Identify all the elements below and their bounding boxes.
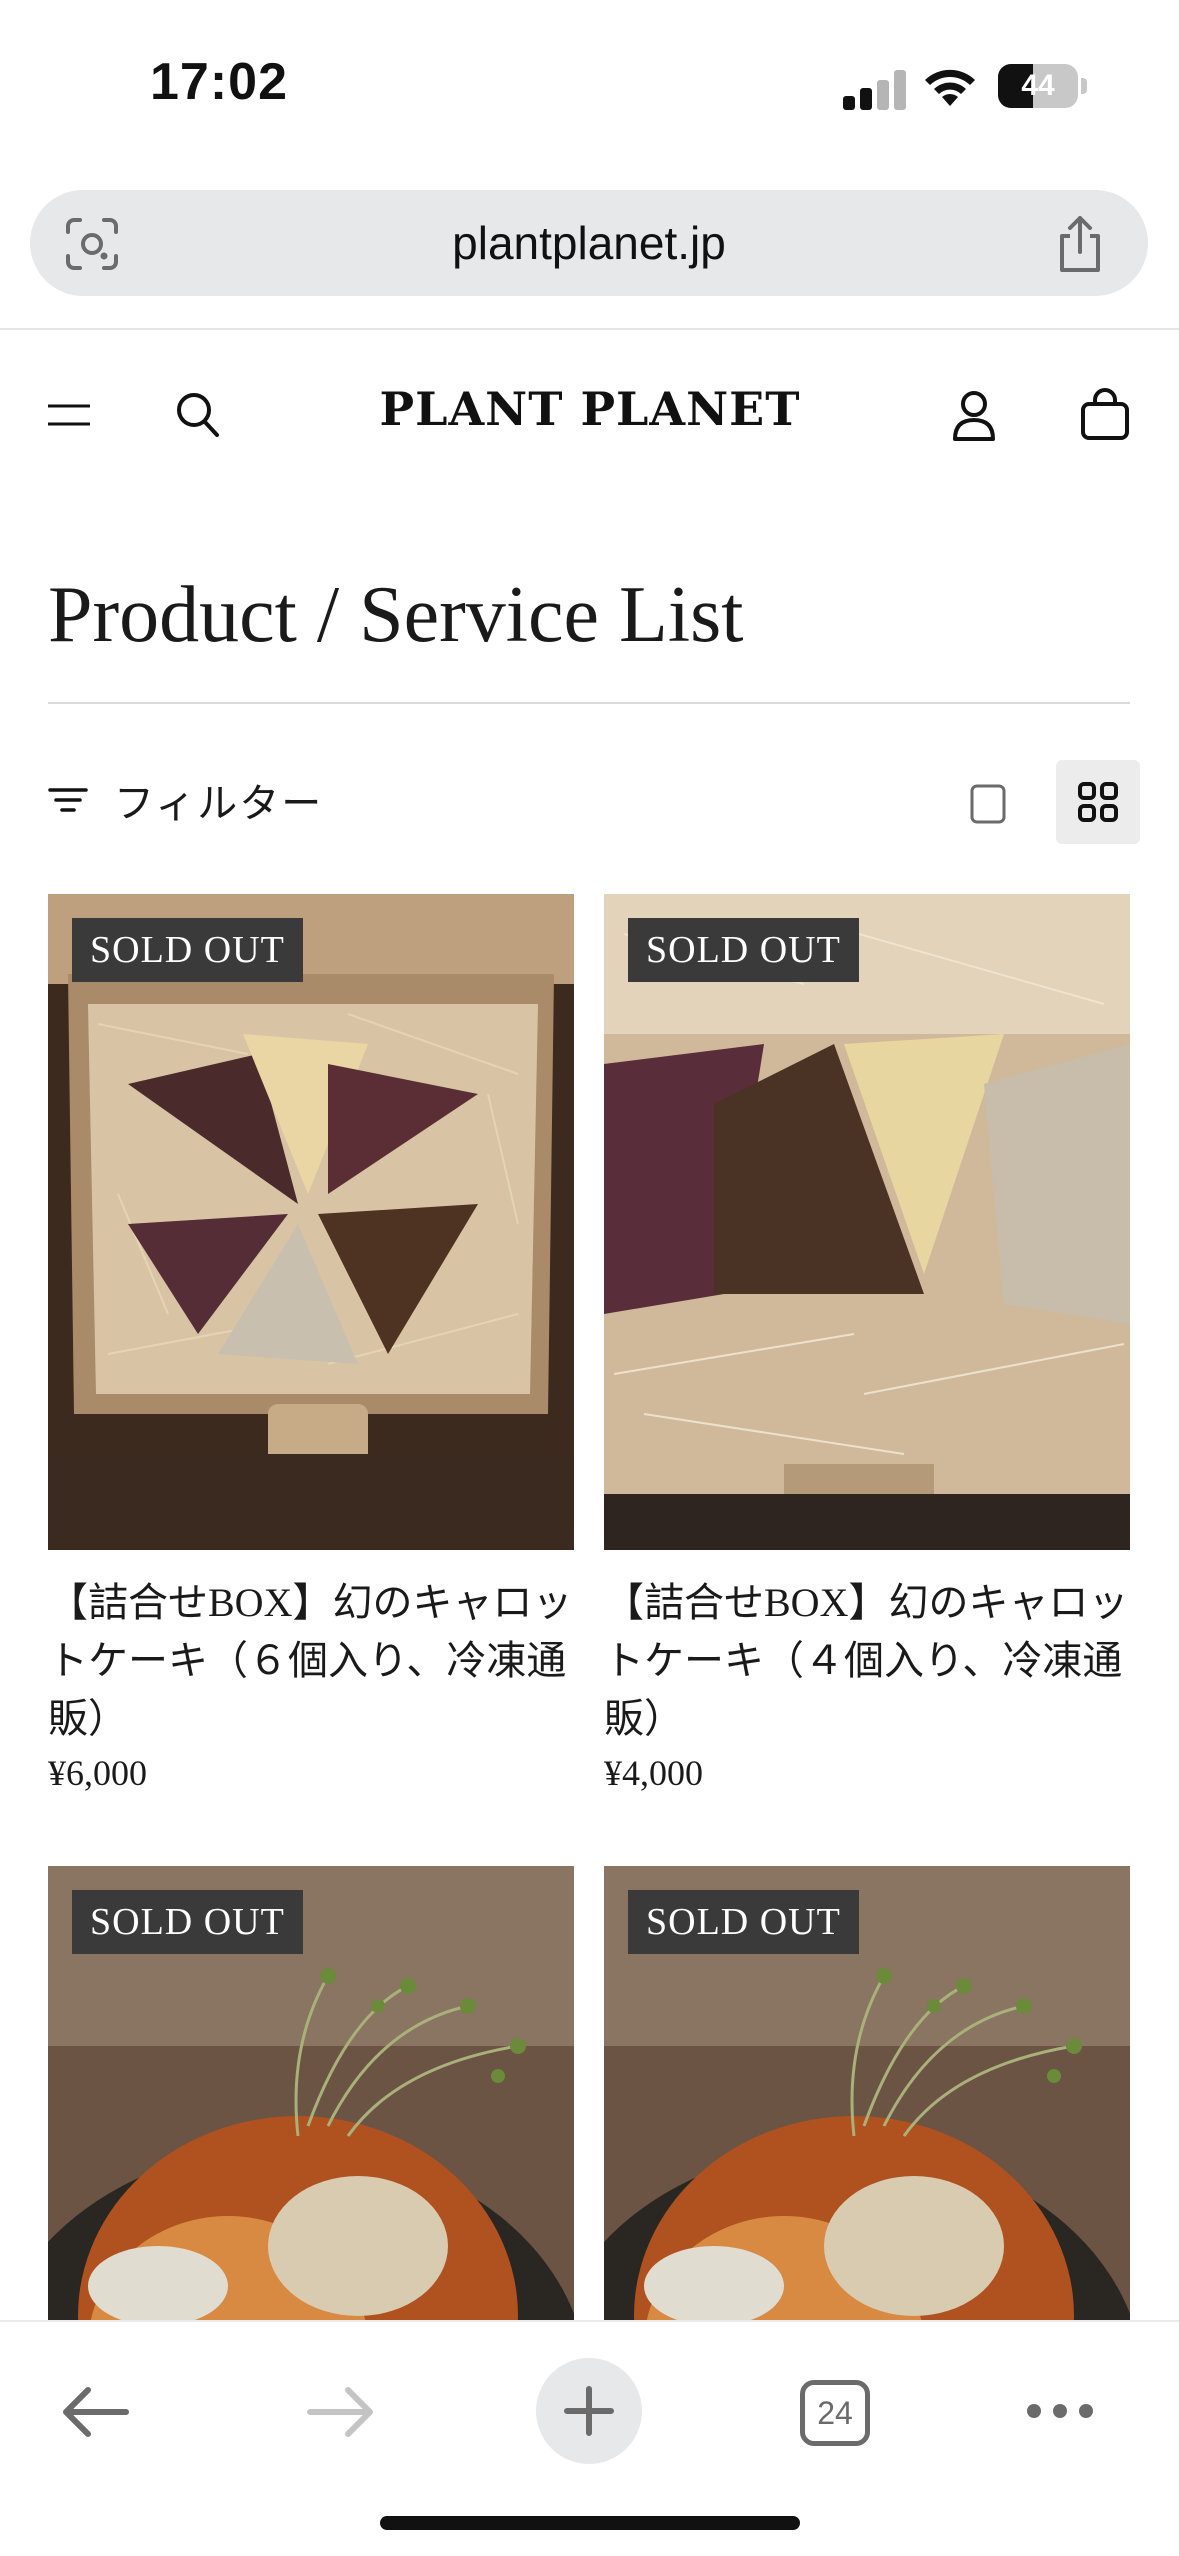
sold-out-badge: SOLD OUT [628,1890,859,1954]
plus-icon [564,2386,614,2436]
account-icon[interactable] [952,390,996,442]
menu-icon[interactable] [48,400,90,430]
product-price: ¥4,000 [604,1753,703,1793]
wifi-icon [925,69,975,106]
sold-out-badge: SOLD OUT [72,918,303,982]
single-column-view-icon[interactable] [966,782,1010,826]
status-time: 17:02 [150,53,288,111]
url-text[interactable]: plantplanet.jp [30,190,1148,296]
sold-out-badge: SOLD OUT [72,1890,303,1954]
product-image[interactable]: SOLD OUT [604,894,1130,1550]
more-icon[interactable] [1024,2396,1096,2426]
home-indicator[interactable] [380,2516,800,2530]
site-header: PLANT PLANET [0,330,1179,510]
product-card[interactable]: SOLD OUT 【詰合せBOX】幻のキャロットケーキ（４個入り、冷凍通販） ¥… [604,894,1130,1798]
filter-label: フィルター [114,782,324,826]
cart-icon[interactable] [1080,388,1130,440]
address-bar[interactable]: plantplanet.jp [30,190,1148,296]
title-divider [48,702,1130,704]
filter-button[interactable]: フィルター [48,770,323,830]
forward-arrow-icon[interactable] [306,2384,376,2440]
product-price: ¥6,000 [48,1753,147,1793]
site-logo[interactable]: PLANT PLANET [340,382,840,436]
share-icon[interactable] [1052,214,1108,274]
page-title: Product / Service List [48,571,744,659]
tab-count: 24 [817,2395,853,2431]
battery-icon: 44 [998,64,1088,108]
battery-level: 44 [1021,69,1055,102]
product-image[interactable]: SOLD OUT [48,894,574,1550]
carrot-cake-box-image [48,894,574,1550]
sold-out-badge: SOLD OUT [628,918,859,982]
back-arrow-icon[interactable] [60,2384,130,2440]
new-tab-button[interactable] [536,2358,642,2464]
product-card[interactable]: SOLD OUT 【詰合せBOX】幻のキャロットケーキ（６個入り、冷凍通販） ¥… [48,894,574,1798]
carrot-cake-box-image [604,894,1130,1550]
status-bar: 17:02 44 [0,0,1179,170]
cellular-signal-icon [843,70,906,110]
grid-view-icon [1078,782,1118,822]
search-icon[interactable] [174,390,220,438]
lens-icon[interactable] [64,216,120,272]
product-name[interactable]: 【詰合せBOX】幻のキャロットケーキ（４個入り、冷凍通販） [604,1574,1130,1748]
product-name[interactable]: 【詰合せBOX】幻のキャロットケーキ（６個入り、冷凍通販） [48,1574,574,1748]
filter-icon [48,788,88,812]
browser-page: 17:02 44 plantplanet.jp PLANT PLANET Pro… [0,0,1179,2556]
tab-switcher-button[interactable]: 24 [800,2380,870,2446]
grid-view-button[interactable] [1056,760,1140,844]
